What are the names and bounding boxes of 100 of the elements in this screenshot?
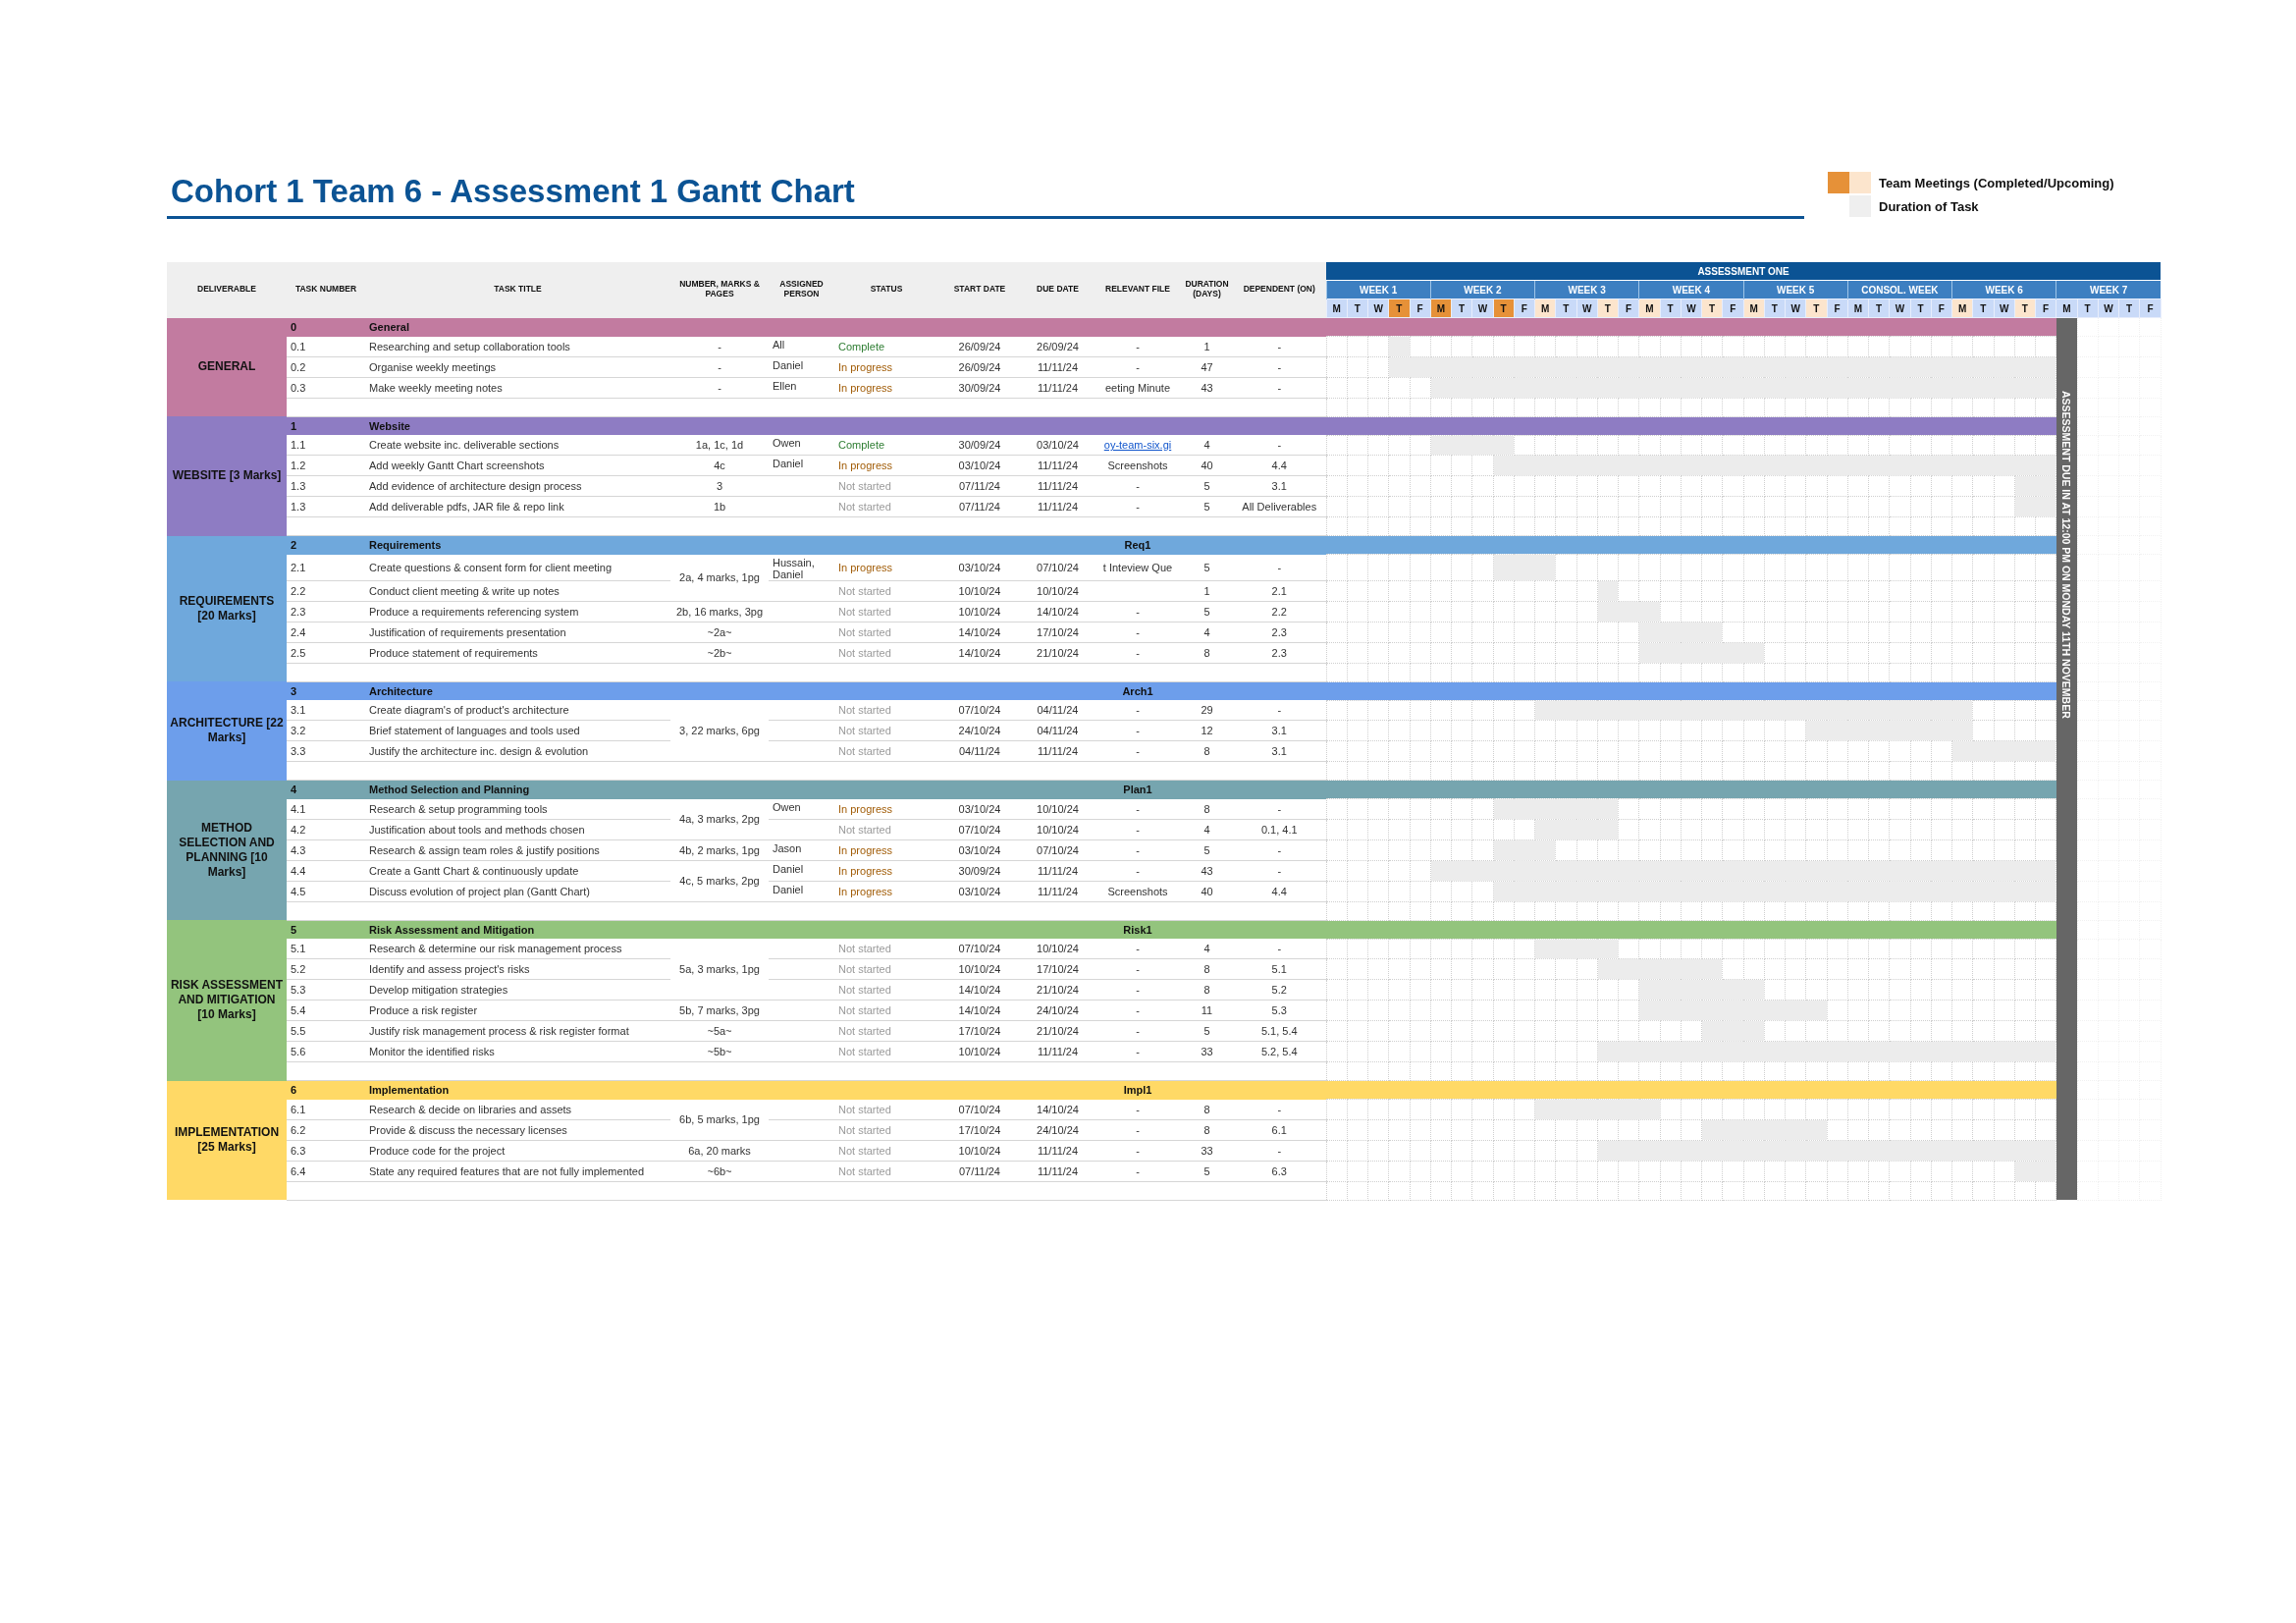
column-header: ASSIGNED PERSON (769, 262, 834, 318)
start-date: 10/10/24 (938, 958, 1021, 980)
status-text: Not started (834, 496, 938, 517)
task-number: 4.2 (287, 819, 365, 840)
group-title: Website (365, 416, 1095, 435)
legend-swatch (1828, 172, 1849, 193)
status-text: Not started (834, 622, 938, 643)
start-date: 07/11/24 (938, 496, 1021, 517)
status-text: Not started (834, 1099, 938, 1120)
status-text: Not started (834, 642, 938, 664)
task-number: 6.3 (287, 1140, 365, 1162)
start-date: 04/11/24 (938, 740, 1021, 762)
task-title: Conduct client meeting & write up notes (365, 580, 670, 602)
task-number: 2.3 (287, 601, 365, 622)
day-header: M (1847, 298, 1869, 318)
day-header: T (1555, 298, 1576, 318)
task-number: 3.2 (287, 720, 365, 741)
due-date: 21/10/24 (1021, 1020, 1095, 1042)
dependency: - (1233, 554, 1326, 581)
dependency: 3.1 (1233, 740, 1326, 762)
day-header: T (1701, 298, 1723, 318)
day-header: F (1722, 298, 1743, 318)
duration-days: 43 (1181, 860, 1233, 882)
due-date: 17/10/24 (1021, 958, 1095, 980)
task-number: 0.2 (287, 356, 365, 377)
task-number: 5.3 (287, 979, 365, 1001)
assigned-person: Daniel (773, 458, 804, 469)
start-date: 14/10/24 (938, 1000, 1021, 1021)
file-name: Screenshots (1107, 460, 1168, 471)
start-date: 10/10/24 (938, 580, 1021, 602)
status-text: In progress (834, 356, 938, 377)
group-number: 1 (287, 416, 365, 435)
day-header: T (1910, 298, 1932, 318)
due-date: 17/10/24 (1021, 622, 1095, 643)
dependency: - (1233, 1099, 1326, 1120)
task-title: Produce a risk register (365, 1000, 670, 1021)
group-number: 2 (287, 535, 365, 555)
dependency: - (1233, 435, 1326, 456)
marks-pages: 5a, 3 marks, 1pg (679, 963, 760, 976)
day-header: W (1785, 298, 1806, 318)
start-date: 17/10/24 (938, 1119, 1021, 1141)
day-header: F (1410, 298, 1431, 318)
duration-days: 8 (1181, 798, 1233, 820)
day-header: F (2139, 298, 2162, 318)
marks-pages: 4c, 5 marks, 2pg (679, 875, 760, 888)
duration-days: 29 (1181, 700, 1233, 721)
status-text: Not started (834, 979, 938, 1001)
start-date: 03/10/24 (938, 881, 1021, 902)
task-number: 4.3 (287, 839, 365, 861)
day-header: F (2035, 298, 2056, 318)
file-name: - (1136, 360, 1140, 373)
dependency: 5.2, 5.4 (1233, 1041, 1326, 1062)
marks-pages: - (718, 381, 721, 394)
due-date: 11/11/24 (1021, 475, 1095, 497)
marks-pages: 2b, 16 marks, 3pg (675, 605, 764, 618)
task-title: Develop mitigation strategies (365, 979, 670, 1001)
day-header: W (1994, 298, 2015, 318)
task-title: Provide & discuss the necessary licenses (365, 1119, 670, 1141)
status-text: Not started (834, 700, 938, 721)
task-title: Justify risk management process & risk register format (365, 1020, 670, 1042)
task-title: Research & determine our risk management process (365, 939, 670, 959)
status-text: Not started (834, 1140, 938, 1162)
day-header: W (1471, 298, 1493, 318)
task-title: Create website inc. deliverable sections (365, 435, 670, 456)
file-name: - (1136, 943, 1140, 955)
day-header: T (1764, 298, 1786, 318)
duration-days: 5 (1181, 554, 1233, 581)
deliverable-label: REQUIREMENTS [20 Marks] (167, 535, 287, 682)
assigned-person: Jason (773, 841, 802, 854)
file-name: - (1136, 1144, 1140, 1157)
dependency: 5.3 (1233, 1000, 1326, 1021)
task-number: 3.3 (287, 740, 365, 762)
status-text: Not started (834, 720, 938, 741)
task-number: 2.1 (287, 554, 365, 581)
due-date: 21/10/24 (1021, 642, 1095, 664)
group-title: Architecture (365, 681, 1095, 701)
start-date: 24/10/24 (938, 720, 1021, 741)
status-text: Complete (834, 435, 938, 456)
start-date: 07/11/24 (938, 475, 1021, 497)
status-text: In progress (834, 455, 938, 476)
day-header: M (1326, 298, 1348, 318)
assigned-person: Daniel (773, 883, 804, 895)
file-link[interactable]: oy-team-six.gi (1103, 439, 1172, 451)
task-title: Add deliverable pdfs, JAR file & repo link (365, 496, 670, 517)
duration-days: 1 (1181, 580, 1233, 602)
marks-pages: 3 (716, 480, 723, 492)
dependency: - (1233, 798, 1326, 820)
duration-days: 5 (1181, 475, 1233, 497)
day-header: W (1367, 298, 1389, 318)
start-date: 03/10/24 (938, 798, 1021, 820)
start-date: 30/09/24 (938, 377, 1021, 398)
group-code: Impl1 (1123, 1084, 1152, 1097)
day-header: M (1430, 298, 1452, 318)
day-header: T (1597, 298, 1619, 318)
dependency: 5.2 (1233, 979, 1326, 1001)
deadline-text: ASSESSMENT DUE IN AT 12:00 PM ON MONDAY 11TH NOVEMBER (2060, 391, 2073, 719)
duration-days: 4 (1181, 819, 1233, 840)
marks-pages: 6b, 5 marks, 1pg (679, 1113, 760, 1126)
marks-pages: ~2b~ (707, 646, 732, 659)
due-date: 10/10/24 (1021, 580, 1095, 602)
